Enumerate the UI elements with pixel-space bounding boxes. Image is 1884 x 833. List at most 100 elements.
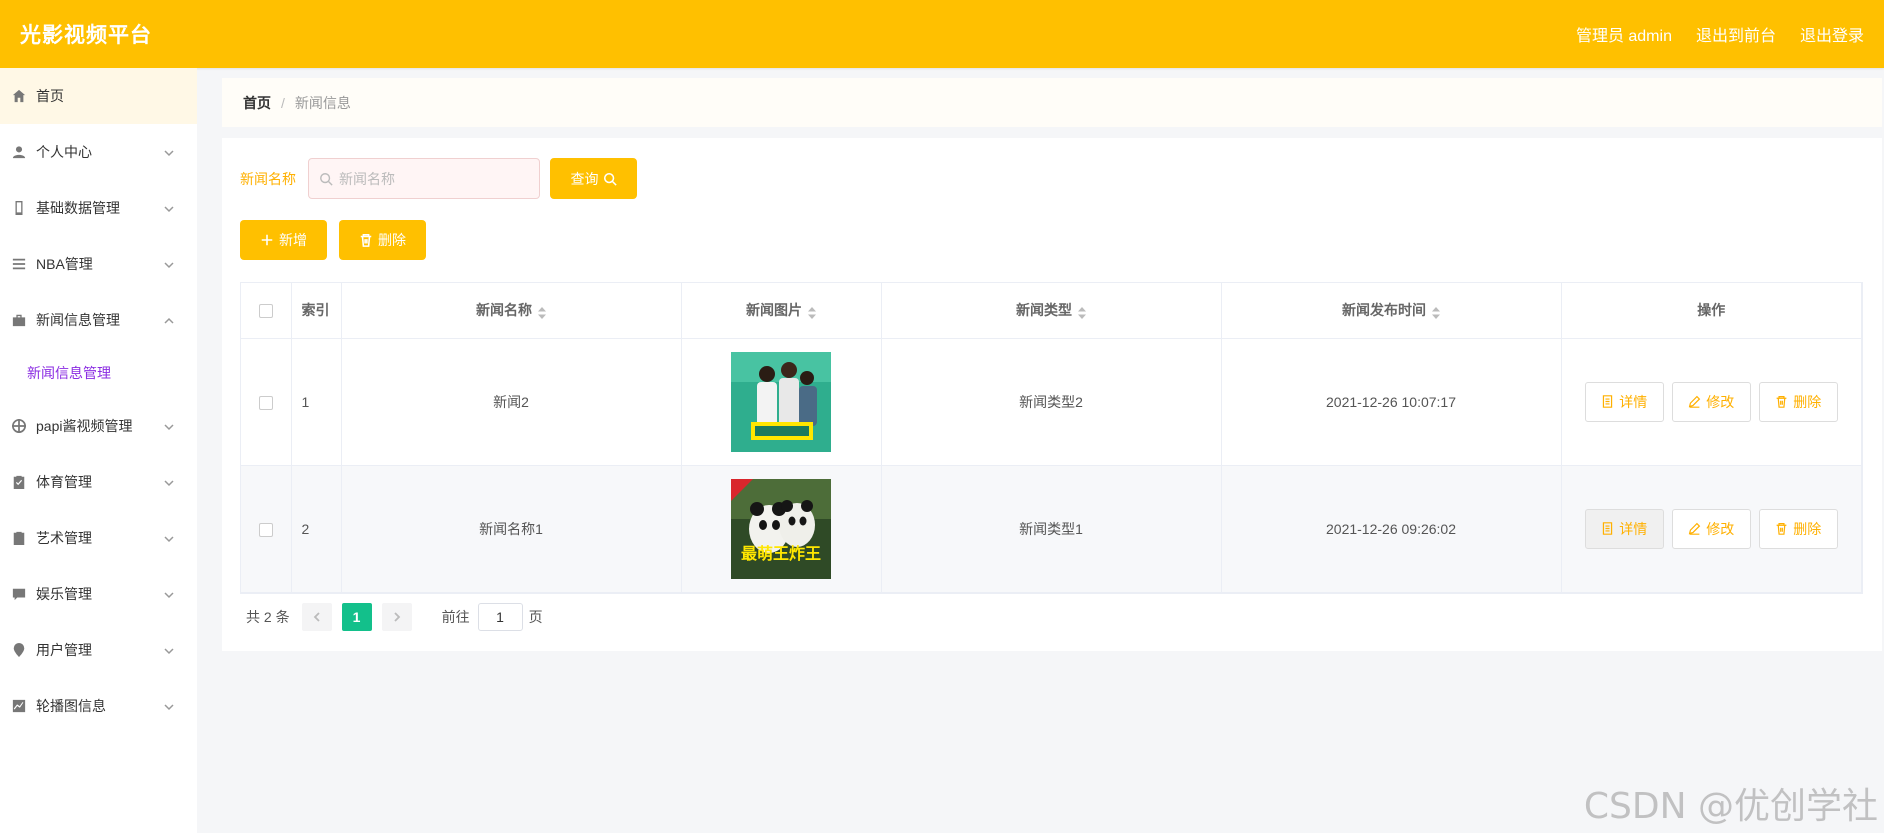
row-delete-button[interactable]: 删除 — [1758, 508, 1838, 549]
row-delete-button-label: 删除 — [1793, 520, 1822, 537]
detail-button-label: 详情 — [1619, 393, 1648, 410]
edit-button-label: 修改 — [1706, 520, 1735, 537]
detail-button[interactable]: 详情 — [1584, 508, 1664, 549]
goto-label: 前往 — [441, 609, 470, 625]
row-delete-button[interactable]: 删除 — [1758, 381, 1838, 422]
cell-time: 2021-12-26 09:26:02 — [1221, 465, 1562, 593]
user-icon — [12, 145, 26, 159]
goto-suffix: 页 — [528, 609, 543, 625]
sort-icon[interactable] — [1432, 306, 1440, 319]
search-field[interactable] — [308, 158, 540, 199]
cell-type: 新闻类型1 — [881, 465, 1222, 593]
document-icon — [1603, 395, 1613, 408]
submenu-item-news-management[interactable]: 新闻信息管理 — [0, 348, 197, 398]
column-header-actions: 操作 — [1561, 283, 1862, 339]
admin-label: 管理员 admin — [1575, 28, 1672, 45]
thumbnail-caption: 最萌王炸王 — [741, 544, 821, 563]
row-checkbox[interactable] — [258, 395, 273, 410]
table-header-row: 索引 新闻名称 新闻图片 新闻类型 新闻发布时间 操作 — [241, 283, 1862, 339]
top-actions: 管理员 admin 退出到前台 退出登录 — [1576, 22, 1864, 46]
page-number-button[interactable]: 1 — [341, 603, 372, 631]
trash-icon — [1776, 396, 1787, 408]
sidebar-item-label: 用户管理 — [36, 642, 92, 658]
sidebar-item-users[interactable]: 用户管理 — [0, 622, 197, 678]
row-checkbox[interactable] — [258, 522, 273, 537]
news-thumbnail-image[interactable] — [731, 351, 831, 452]
delete-button-label: 删除 — [378, 232, 406, 248]
column-header-index: 索引 — [291, 283, 342, 339]
sidebar-item-carousel[interactable]: 轮播图信息 — [0, 678, 197, 734]
delete-button[interactable]: 删除 — [339, 220, 426, 260]
add-button[interactable]: 新增 — [240, 220, 327, 260]
edit-button[interactable]: 修改 — [1671, 381, 1751, 422]
sort-icon[interactable] — [538, 306, 546, 319]
sort-icon[interactable] — [808, 306, 816, 319]
search-label: 新闻名称 — [240, 170, 296, 187]
select-all-checkbox[interactable] — [258, 304, 273, 319]
cell-image — [681, 338, 882, 466]
cell-actions: 详情 修改 删除 — [1561, 465, 1862, 593]
sidebar-item-news[interactable]: 新闻信息管理 — [0, 292, 197, 348]
cell-index: 1 — [291, 338, 342, 466]
logout-link[interactable]: 退出登录 — [1800, 22, 1864, 46]
action-row: 新增 删除 — [240, 220, 426, 260]
column-header-time[interactable]: 新闻发布时间 — [1221, 283, 1562, 339]
column-header-label: 新闻图片 — [746, 302, 802, 319]
table-row: 2 新闻名称1 最萌王炸王 新闻类型1 2021-12-26 09:26:02 … — [241, 465, 1862, 593]
sidebar-item-basic-data[interactable]: 基础数据管理 — [0, 180, 197, 236]
sidebar-item-profile[interactable]: 个人中心 — [0, 124, 197, 180]
chat-icon — [12, 587, 26, 601]
watermark: CSDN @优创学社 — [1583, 786, 1878, 827]
sidebar-item-entertainment[interactable]: 娱乐管理 — [0, 566, 197, 622]
breadcrumb-current: 新闻信息 — [294, 94, 351, 111]
breadcrumb-home[interactable]: 首页 — [243, 93, 271, 113]
search-icon — [603, 172, 617, 186]
column-header-label: 新闻发布时间 — [1342, 302, 1426, 319]
sidebar-item-nba[interactable]: NBA管理 — [0, 236, 197, 292]
suitcase-icon — [12, 313, 26, 327]
pin-icon — [12, 643, 26, 657]
sidebar-item-label: 首页 — [36, 88, 64, 104]
chevron-down-icon — [163, 532, 175, 544]
sidebar-item-label: 娱乐管理 — [36, 586, 92, 602]
detail-button-label: 详情 — [1619, 520, 1648, 537]
sidebar-item-label: papi酱视频管理 — [36, 418, 133, 434]
chevron-down-icon — [163, 644, 175, 656]
column-header-image[interactable]: 新闻图片 — [681, 283, 882, 339]
sidebar-item-label: 艺术管理 — [36, 530, 92, 546]
chevron-down-icon — [163, 202, 175, 214]
query-button[interactable]: 查询 — [550, 158, 637, 199]
search-row: 新闻名称 查询 — [240, 158, 637, 199]
row-select-cell — [241, 338, 292, 466]
detail-button[interactable]: 详情 — [1584, 381, 1664, 422]
chevron-down-icon — [163, 476, 175, 488]
sidebar-item-label: 轮播图信息 — [36, 698, 106, 714]
prev-page-button[interactable] — [301, 603, 332, 631]
cell-index: 2 — [291, 465, 342, 593]
search-input[interactable] — [339, 170, 519, 187]
cell-name: 新闻名称1 — [341, 465, 682, 593]
edit-icon — [1689, 395, 1701, 408]
clipboard-x-icon — [12, 531, 26, 545]
column-header-label: 新闻类型 — [1016, 302, 1072, 319]
exit-to-front-link[interactable]: 退出到前台 — [1696, 22, 1776, 46]
column-header-type[interactable]: 新闻类型 — [881, 283, 1222, 339]
news-table: 索引 新闻名称 新闻图片 新闻类型 新闻发布时间 操作 1 新闻2 新闻类型2 … — [240, 282, 1863, 594]
sidebar-item-papi-video[interactable]: papi酱视频管理 — [0, 398, 197, 454]
sidebar: 首页 个人中心 基础数据管理 NBA管理 新闻信息管理 新闻信息管理 papi酱… — [0, 68, 197, 833]
edit-button[interactable]: 修改 — [1671, 508, 1751, 549]
news-thumbnail-image[interactable]: 最萌王炸王 — [731, 478, 831, 579]
sidebar-item-sports[interactable]: 体育管理 — [0, 454, 197, 510]
sidebar-item-home[interactable]: 首页 — [0, 68, 197, 124]
sidebar-item-label: 体育管理 — [36, 474, 92, 490]
sidebar-item-label: 新闻信息管理 — [36, 312, 120, 328]
goto-page-input[interactable] — [477, 603, 523, 631]
top-bar: 光影视频平台 管理员 admin 退出到前台 退出登录 — [0, 0, 1884, 68]
next-page-button[interactable] — [381, 603, 412, 631]
pagination-total: 共 2 条 — [246, 609, 290, 625]
cell-image: 最萌王炸王 — [681, 465, 882, 593]
column-header-name[interactable]: 新闻名称 — [341, 283, 682, 339]
sidebar-item-art[interactable]: 艺术管理 — [0, 510, 197, 566]
sort-icon[interactable] — [1078, 306, 1086, 319]
table-row: 1 新闻2 新闻类型2 2021-12-26 10:07:17 详情 修改 删除 — [241, 338, 1862, 466]
